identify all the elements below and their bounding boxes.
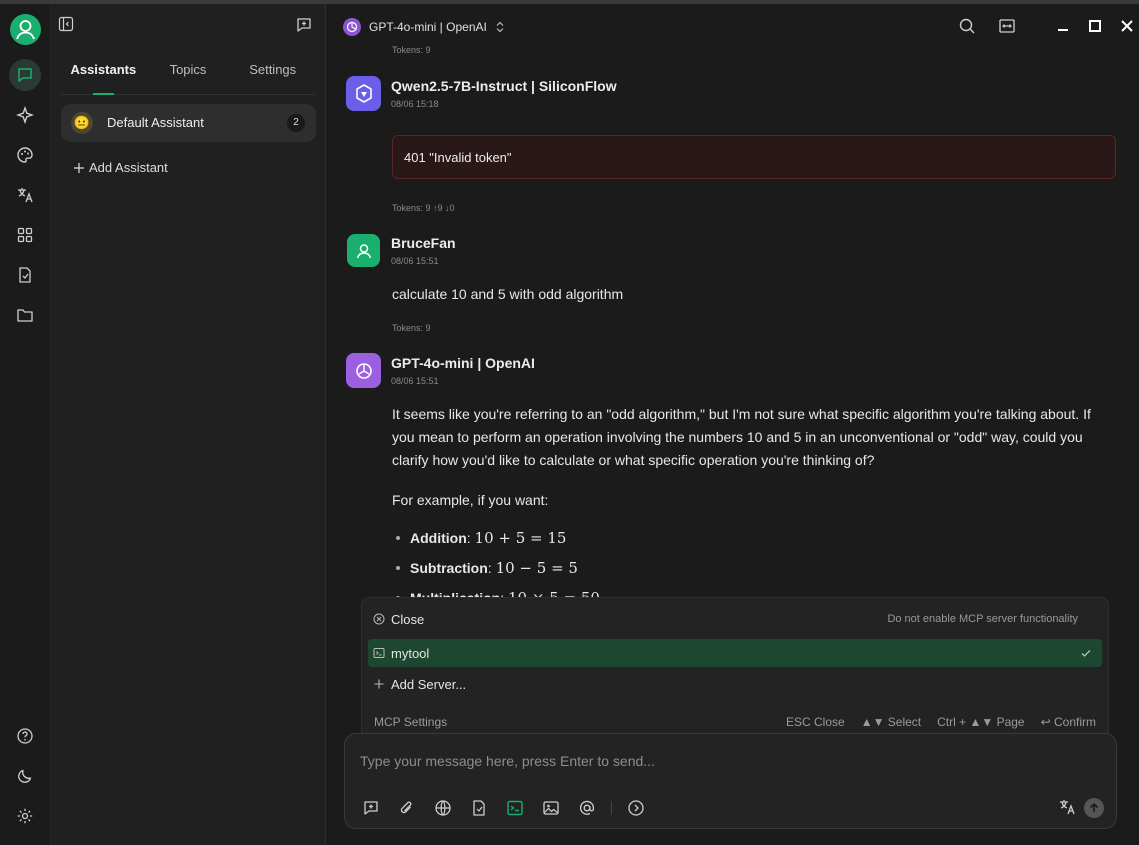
- token-count: Tokens: 9 ↑9 ↓0: [392, 203, 455, 213]
- files-icon[interactable]: [13, 263, 37, 287]
- search-icon[interactable]: [958, 17, 976, 35]
- openai-logo-icon: [346, 353, 381, 388]
- toolbar-divider: [611, 801, 612, 815]
- chat-header: GPT-4o-mini | OpenAI: [326, 4, 1139, 48]
- add-assistant-label: Add Assistant: [89, 160, 168, 175]
- token-count: Tokens: 9: [392, 45, 431, 55]
- tab-settings[interactable]: Settings: [230, 54, 315, 94]
- list-item: Subtraction: 10 − 5 = 5: [396, 553, 600, 583]
- mcp-terminal-icon[interactable]: [503, 796, 527, 820]
- hint-confirm: ↩ Confirm: [1040, 715, 1096, 729]
- math-expression: 10 − 5 = 5: [495, 559, 578, 577]
- help-icon[interactable]: [13, 724, 37, 748]
- folder-icon[interactable]: [13, 303, 37, 327]
- minimize-icon[interactable]: [1055, 18, 1071, 34]
- new-topic-icon[interactable]: [359, 796, 383, 820]
- plus-icon: [73, 162, 85, 174]
- composer-toolbar: [359, 796, 648, 820]
- hint-esc: ESC Close: [786, 715, 845, 729]
- maximize-icon[interactable]: [1087, 18, 1103, 34]
- server-name: mytool: [391, 645, 430, 661]
- list-item: Addition: 10 + 5 = 15: [396, 523, 600, 553]
- apps-grid-icon[interactable]: [13, 223, 37, 247]
- message-time: 08/06 15:51: [391, 256, 439, 266]
- palette-icon[interactable]: [13, 143, 37, 167]
- check-icon: [1080, 647, 1092, 659]
- knowledge-file-icon[interactable]: [467, 796, 491, 820]
- hint-page: Ctrl + ▲▼ Page: [937, 715, 1025, 729]
- bullet-label: Addition: [410, 530, 467, 546]
- panel-tabs: Assistants Topics Settings: [61, 54, 315, 95]
- assistant-emoji: 😐: [71, 112, 93, 134]
- close-circle-icon: [373, 613, 385, 625]
- assistants-panel: Assistants Topics Settings 😐 Default Ass…: [51, 4, 326, 845]
- error-message: 401 "Invalid token": [392, 135, 1116, 179]
- topic-count-badge: 2: [287, 114, 305, 132]
- close-window-icon[interactable]: [1119, 18, 1135, 34]
- mcp-close-option[interactable]: Close Do not enable MCP server functiona…: [368, 605, 1102, 633]
- hint-select: ▲▼ Select: [860, 715, 922, 729]
- chat-main: GPT-4o-mini | OpenAI Tokens: 9 Qwen2.5-7…: [326, 4, 1139, 845]
- keyboard-hints: ESC Close ▲▼ Select Ctrl + ▲▼ Page ↩ Con…: [786, 715, 1096, 729]
- new-topic-icon[interactable]: [295, 16, 313, 34]
- sparkle-icon[interactable]: [13, 103, 37, 127]
- bullet-label: Subtraction: [410, 560, 488, 576]
- tab-topics[interactable]: Topics: [146, 54, 231, 94]
- bullet-dot: [396, 536, 400, 540]
- settings-gear-icon[interactable]: [13, 804, 37, 828]
- message-author: BruceFan: [391, 235, 456, 251]
- image-icon[interactable]: [539, 796, 563, 820]
- close-option-description: Do not enable MCP server functionality: [887, 613, 1078, 625]
- model-title-text: GPT-4o-mini | OpenAI: [369, 20, 487, 34]
- mention-at-icon[interactable]: [575, 796, 599, 820]
- add-server-option[interactable]: Add Server...: [368, 670, 1102, 698]
- message-paragraph: It seems like you're referring to an "od…: [392, 406, 1091, 468]
- mcp-server-item-mytool[interactable]: mytool: [368, 639, 1102, 667]
- tab-assistants[interactable]: Assistants: [61, 54, 146, 95]
- layout-toggle-icon[interactable]: [998, 17, 1016, 35]
- attachment-icon[interactable]: [395, 796, 419, 820]
- math-expression: 10 + 5 = 15: [474, 529, 567, 547]
- message-time: 08/06 15:18: [391, 99, 439, 109]
- translate-icon[interactable]: [13, 183, 37, 207]
- plus-icon: [373, 678, 385, 690]
- model-selector[interactable]: GPT-4o-mini | OpenAI: [343, 18, 505, 36]
- collapse-sidebar-icon[interactable]: [58, 16, 74, 32]
- web-search-globe-icon[interactable]: [431, 796, 455, 820]
- token-count: Tokens: 9: [392, 323, 431, 333]
- terminal-icon: [373, 647, 385, 659]
- add-server-label: Add Server...: [391, 676, 467, 692]
- openai-logo-icon: [343, 18, 361, 36]
- chevron-updown-icon: [495, 21, 505, 33]
- mcp-settings-link[interactable]: MCP Settings: [374, 715, 447, 729]
- error-text: 401 "Invalid token": [404, 150, 512, 165]
- translate-input-icon[interactable]: [1058, 798, 1076, 816]
- user-avatar[interactable]: [10, 14, 41, 45]
- bullet-dot: [396, 566, 400, 570]
- send-button[interactable]: [1084, 798, 1104, 818]
- add-assistant-button[interactable]: Add Assistant: [73, 160, 168, 175]
- assistant-item-default[interactable]: 😐 Default Assistant 2: [61, 104, 316, 142]
- popup-footer: MCP Settings ESC Close ▲▼ Select Ctrl + …: [362, 706, 1108, 736]
- arrow-up-icon: [1088, 802, 1100, 814]
- qwen-logo-icon: [346, 76, 381, 111]
- message-text: calculate 10 and 5 with odd algorithm: [392, 286, 624, 302]
- message-author: GPT-4o-mini | OpenAI: [391, 355, 535, 371]
- assistant-name: Default Assistant: [107, 115, 204, 130]
- mcp-server-popup: Close Do not enable MCP server functiona…: [361, 597, 1109, 739]
- message-author: Qwen2.5-7B-Instruct | SiliconFlow: [391, 78, 617, 94]
- chat-icon[interactable]: [9, 59, 41, 91]
- close-option-label: Close: [391, 611, 425, 627]
- left-rail: [0, 4, 51, 845]
- theme-moon-icon[interactable]: [13, 764, 37, 788]
- message-input-placeholder[interactable]: Type your message here, press Enter to s…: [360, 753, 655, 769]
- user-avatar-icon: [347, 234, 380, 267]
- expand-arrow-icon[interactable]: [624, 796, 648, 820]
- message-time: 08/06 15:51: [391, 376, 439, 386]
- message-paragraph: For example, if you want:: [392, 492, 549, 508]
- message-composer[interactable]: Type your message here, press Enter to s…: [344, 733, 1117, 829]
